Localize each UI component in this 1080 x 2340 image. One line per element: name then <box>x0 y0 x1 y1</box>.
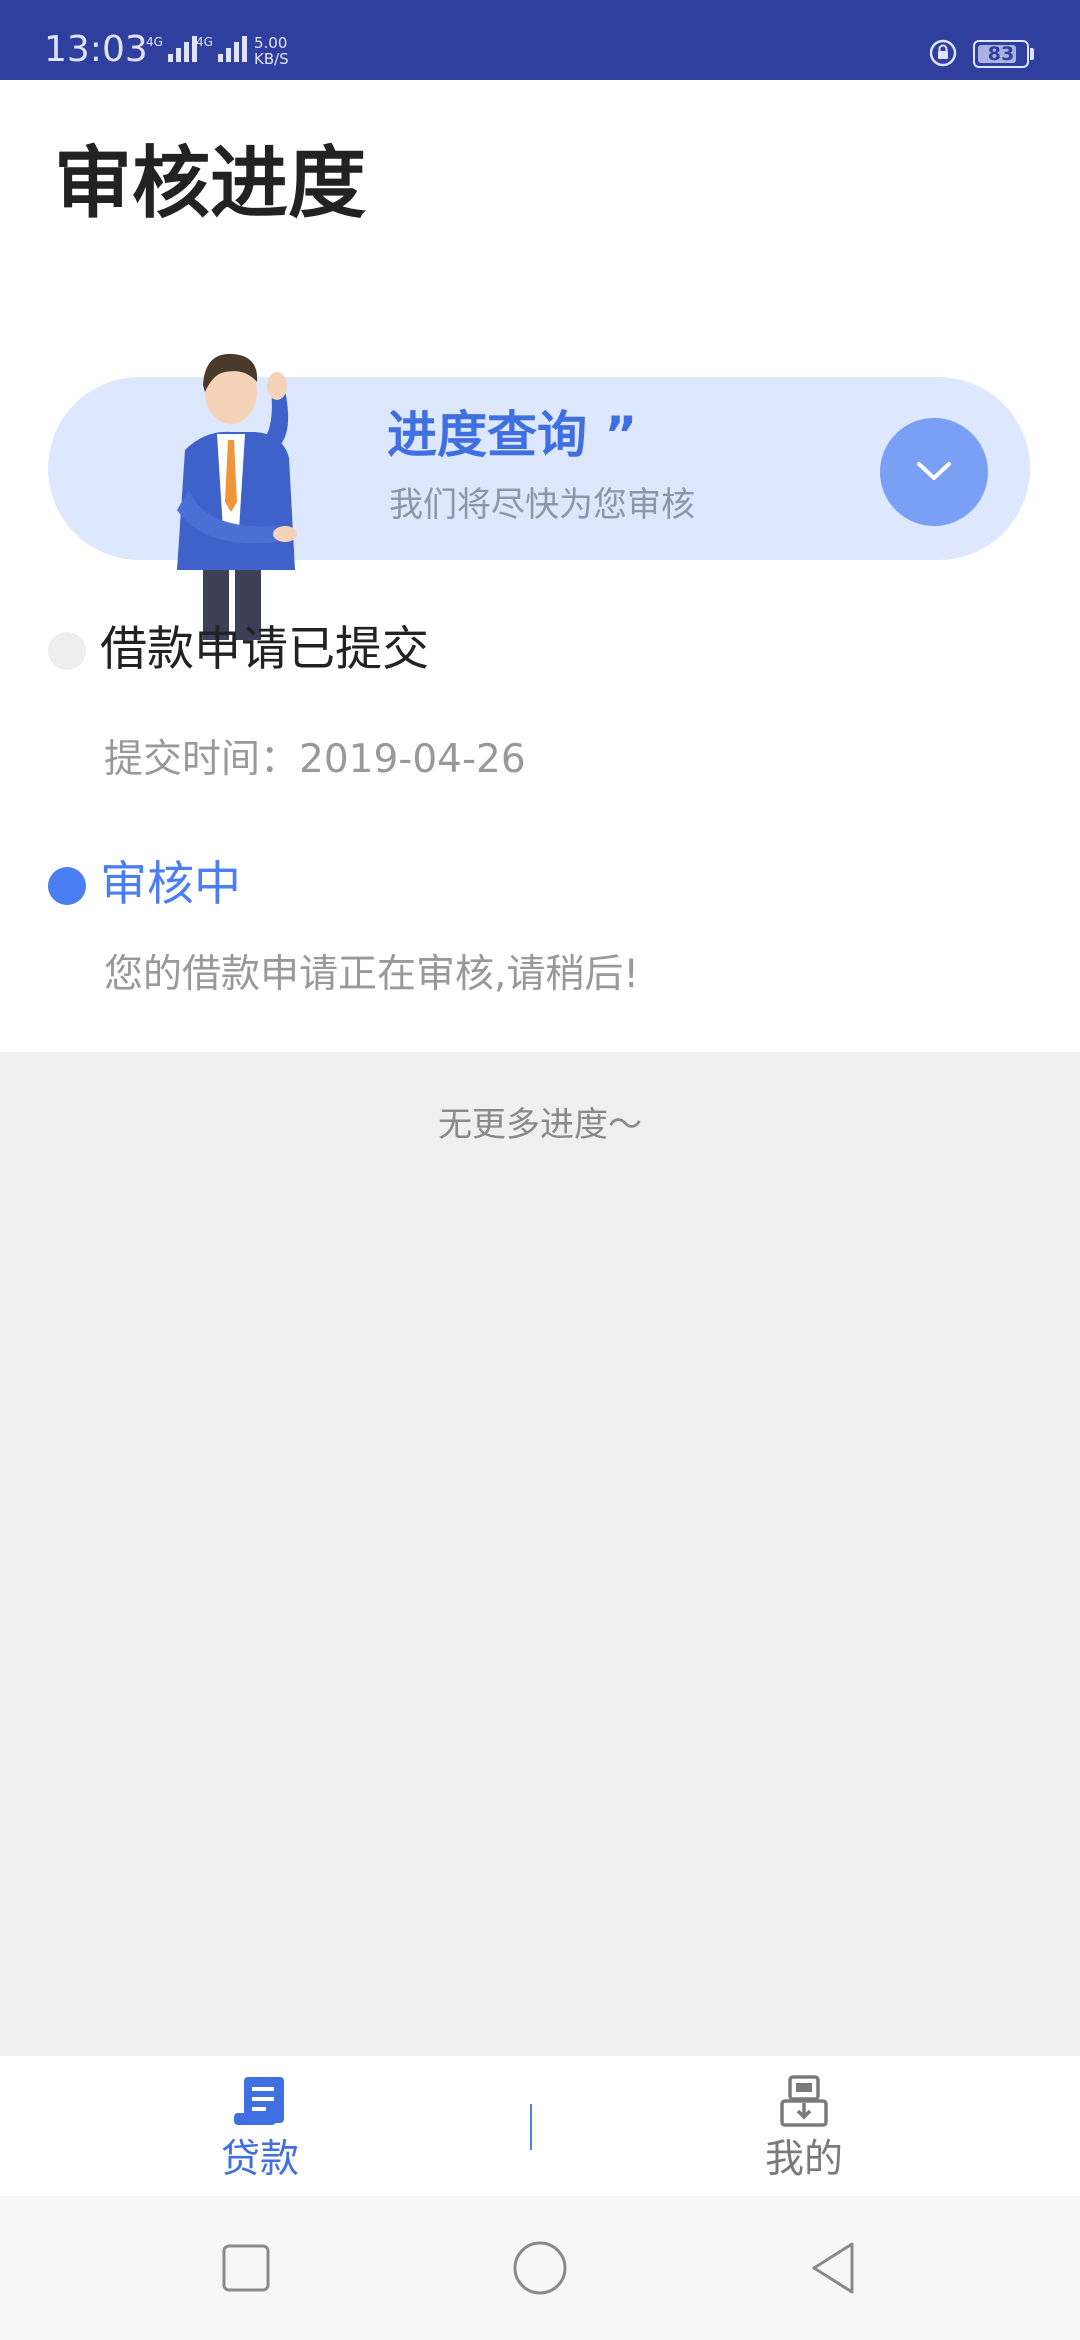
main-content: 审核进度 进度查询 ” 我们将尽快为您审核 借款申请已提交 提交时间：2019-… <box>0 80 1080 1052</box>
signal-icon: 4G <box>146 36 197 62</box>
banner-title: 进度查询 ” <box>387 406 638 464</box>
status-bar: 13:03 4G 4G 5.00 KB/S 83 <box>0 0 1080 80</box>
tab-label: 我的 <box>764 2137 843 2182</box>
status-time: 13:03 <box>44 29 148 70</box>
timeline-dot-done <box>48 632 86 670</box>
page-title: 审核进度 <box>54 139 367 229</box>
bottom-tab-bar: 贷款 我的 <box>0 2056 1080 2196</box>
lock-rotation-icon <box>929 39 957 67</box>
timeline-step-title: 审核中 <box>100 857 241 912</box>
battery-icon: 83 <box>973 40 1029 68</box>
businessman-illustration <box>177 353 297 640</box>
chevron-down-icon <box>917 462 951 480</box>
signal-icon: 4G <box>196 36 247 62</box>
expand-button[interactable] <box>880 418 988 526</box>
banner-subtitle: 我们将尽快为您审核 <box>389 485 695 525</box>
tab-divider <box>530 2104 532 2150</box>
battery-cap <box>1030 48 1034 60</box>
loan-document-icon <box>234 2077 284 2125</box>
tab-label: 贷款 <box>220 2137 299 2182</box>
tab-mine[interactable]: 我的 <box>654 2056 954 2196</box>
battery-level: 83 <box>987 43 1015 65</box>
home-icon[interactable] <box>512 2240 568 2296</box>
recent-apps-icon[interactable] <box>218 2240 274 2296</box>
timeline-step-detail: 提交时间：2019-04-26 <box>104 737 526 782</box>
timeline-step-title: 借款申请已提交 <box>100 622 429 677</box>
back-icon[interactable] <box>806 2240 862 2296</box>
profile-card-icon <box>780 2075 828 2127</box>
tab-loan[interactable]: 贷款 <box>110 2056 410 2196</box>
system-nav-bar <box>0 2196 1080 2340</box>
network-speed: 5.00 KB/S <box>254 34 289 68</box>
no-more-progress-text: 无更多进度～ <box>438 1105 642 1145</box>
timeline-step-detail: 您的借款申请正在审核,请稍后! <box>104 952 640 997</box>
timeline-dot-current <box>48 867 86 905</box>
